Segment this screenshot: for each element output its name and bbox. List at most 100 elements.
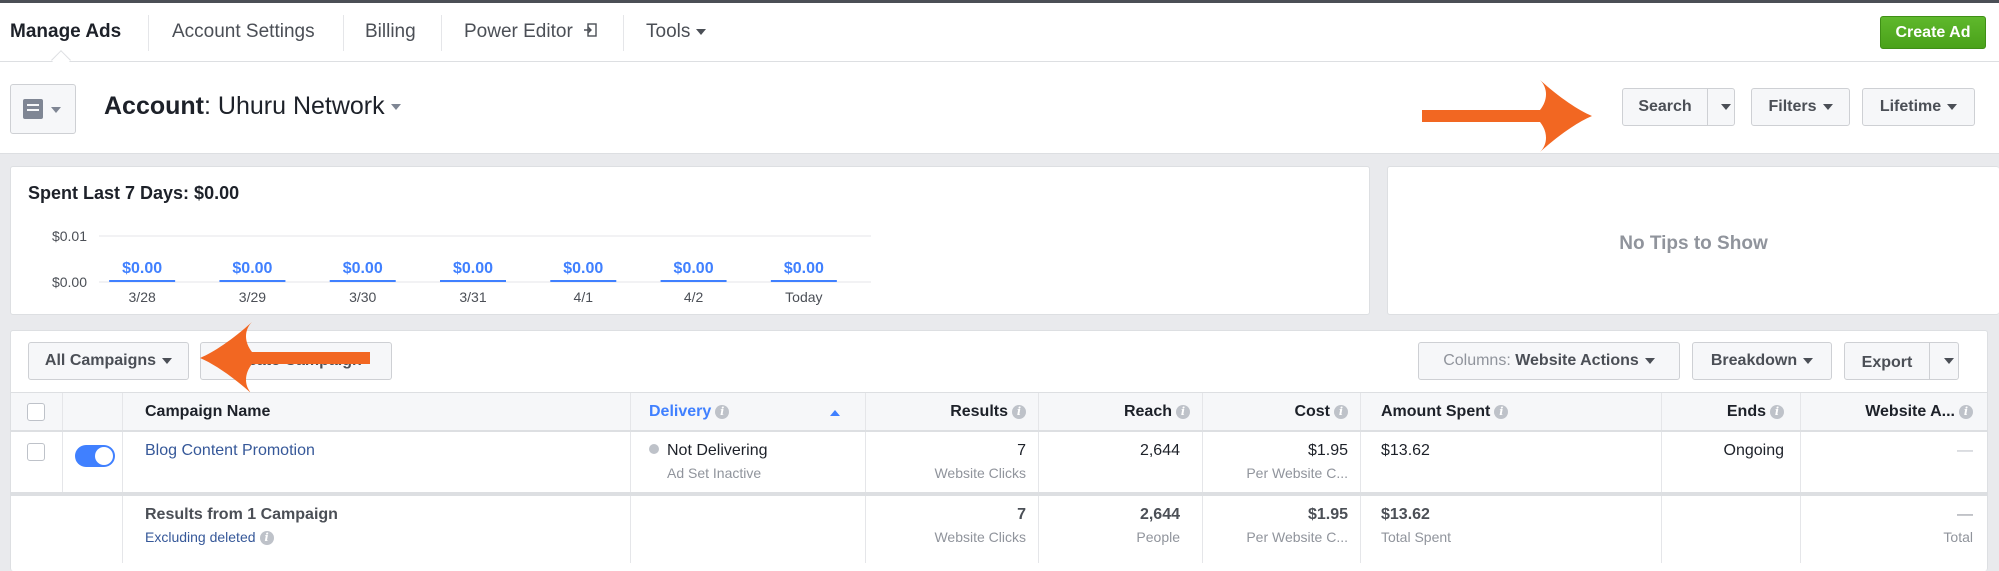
delivery-cell: Not Delivering Ad Set Inactive bbox=[631, 432, 866, 492]
summary-reach-type: People bbox=[1136, 529, 1180, 545]
account-bar: Account: Uhuru Network Search Filters Li… bbox=[0, 62, 1999, 154]
header-label: Reach bbox=[1123, 403, 1172, 420]
account-menu-button[interactable] bbox=[10, 84, 76, 134]
summary-results-value: 7 bbox=[1017, 506, 1026, 523]
chevron-down-icon bbox=[162, 357, 173, 364]
table-summary-row: Results from 1 Campaign Excluding delete… bbox=[11, 496, 1987, 563]
columns-label: Columns: bbox=[1443, 352, 1511, 369]
header-label: Results bbox=[950, 403, 1008, 420]
excluding-deleted-link[interactable]: Excluding deleted i bbox=[145, 529, 274, 546]
annotation-arrow-right-icon bbox=[1422, 80, 1592, 152]
tab-label: Account Settings bbox=[172, 21, 315, 42]
date-range-label: Lifetime bbox=[1879, 98, 1942, 115]
summary-website-cell: — Total bbox=[1801, 496, 1987, 563]
header-campaign-name[interactable]: Campaign Name bbox=[123, 393, 631, 430]
info-icon[interactable]: i bbox=[1012, 404, 1026, 419]
select-all-checkbox[interactable] bbox=[27, 403, 45, 421]
summary-amount-type: Total Spent bbox=[1381, 529, 1452, 545]
chart-bar bbox=[440, 280, 506, 282]
ends-value: Ongoing bbox=[1723, 442, 1785, 459]
header-reach[interactable]: Reach i bbox=[1039, 393, 1203, 430]
tab-account-settings[interactable]: Account Settings bbox=[172, 3, 315, 61]
info-icon[interactable]: i bbox=[1959, 404, 1973, 419]
all-campaigns-button[interactable]: All Campaigns bbox=[28, 342, 189, 380]
summary-ends-cell bbox=[1662, 496, 1801, 563]
breakdown-label: Breakdown bbox=[1710, 352, 1798, 369]
filters-button[interactable]: Filters bbox=[1751, 88, 1850, 126]
tab-label: Tools bbox=[646, 21, 691, 42]
spend-chart: $0.01 $0.00 $0.00 3/28 $0.00 3/29 $0.00 3/30 $0.… bbox=[52, 228, 871, 305]
search-button[interactable]: Search bbox=[1623, 89, 1707, 125]
tab-manage-ads[interactable]: Manage Ads bbox=[10, 3, 121, 61]
chevron-down-icon bbox=[1947, 103, 1958, 110]
cost-cell: $1.95 Per Website C... bbox=[1203, 432, 1361, 492]
chart-bar bbox=[770, 280, 837, 282]
date-range-button[interactable]: Lifetime bbox=[1862, 88, 1975, 126]
row-checkbox[interactable] bbox=[27, 443, 45, 461]
y-tick-label: $0.01 bbox=[52, 228, 87, 244]
info-icon[interactable]: i bbox=[1494, 404, 1509, 419]
summary-cost-cell: $1.95 Per Website C... bbox=[1203, 496, 1361, 563]
tab-power-editor[interactable]: Power Editor bbox=[464, 3, 597, 61]
summary-cost-type: Per Website C... bbox=[1246, 529, 1348, 545]
summary-amount-value: $13.62 bbox=[1381, 506, 1430, 523]
chevron-down-icon bbox=[1644, 357, 1655, 364]
info-icon[interactable]: i bbox=[1770, 404, 1784, 419]
columns-button[interactable]: Columns: Website Actions bbox=[1418, 342, 1680, 380]
header-amount-spent[interactable]: Amount Spent i bbox=[1361, 393, 1662, 430]
nav-divider bbox=[343, 15, 344, 51]
excluding-deleted-text: Excluding deleted bbox=[145, 529, 256, 545]
header-delivery[interactable]: Delivery i bbox=[631, 393, 866, 430]
info-icon[interactable]: i bbox=[1176, 404, 1190, 419]
account-selector[interactable]: Account: Uhuru Network bbox=[104, 92, 401, 121]
header-label: Ends bbox=[1726, 403, 1766, 420]
summary-reach-value: 2,644 bbox=[1139, 506, 1180, 523]
summary-website-value: — bbox=[1957, 506, 1973, 523]
chart-bar bbox=[329, 280, 396, 282]
header-label: Amount Spent bbox=[1381, 403, 1491, 420]
header-label: Website A... bbox=[1865, 403, 1955, 420]
breakdown-button[interactable]: Breakdown bbox=[1692, 342, 1832, 380]
x-tick-label: 3/31 bbox=[459, 289, 486, 305]
bar-value-label: $0.00 bbox=[453, 260, 493, 277]
export-button[interactable]: Export bbox=[1845, 343, 1929, 383]
delivery-status: Not Delivering bbox=[649, 442, 767, 460]
info-icon[interactable]: i bbox=[715, 404, 730, 419]
header-label: Cost bbox=[1294, 403, 1330, 420]
campaign-name-link[interactable]: Blog Content Promotion bbox=[145, 442, 315, 460]
document-list-icon bbox=[23, 99, 43, 119]
website-actions-cell: — bbox=[1801, 432, 1987, 492]
tab-billing[interactable]: Billing bbox=[365, 3, 416, 61]
chevron-down-icon bbox=[1944, 357, 1954, 364]
delivery-status-text: Not Delivering bbox=[667, 442, 768, 459]
tab-label: Manage Ads bbox=[10, 21, 122, 42]
export-dropdown-button[interactable] bbox=[1930, 343, 1959, 379]
table-header-row: Campaign Name Delivery i Results i Reach i … bbox=[11, 392, 1987, 432]
summary-amount-cell: $13.62 Total Spent bbox=[1361, 496, 1662, 563]
info-icon[interactable]: i bbox=[259, 531, 274, 546]
bar-value-label: $0.00 bbox=[232, 260, 272, 277]
bar-value-label: $0.00 bbox=[343, 260, 383, 277]
chart-bar bbox=[660, 280, 727, 282]
search-dropdown-button[interactable] bbox=[1708, 89, 1735, 125]
results-value: 7 bbox=[1017, 442, 1026, 459]
tab-label: Power Editor bbox=[464, 21, 573, 43]
header-ends[interactable]: Ends i bbox=[1662, 393, 1801, 430]
create-ad-button[interactable]: Create Ad bbox=[1880, 16, 1986, 49]
summary-title: Results from 1 Campaign bbox=[145, 506, 338, 523]
chart-bar bbox=[219, 280, 286, 282]
reach-cell: 2,644 bbox=[1039, 432, 1203, 492]
annotation-arrow-left-icon bbox=[200, 322, 370, 394]
header-cost[interactable]: Cost i bbox=[1203, 393, 1361, 430]
info-icon[interactable]: i bbox=[1334, 404, 1348, 419]
header-website-actions[interactable]: Website A... i bbox=[1801, 393, 1987, 430]
tab-tools[interactable]: Tools bbox=[646, 3, 707, 61]
amount-spent-cell: $13.62 bbox=[1361, 432, 1662, 492]
campaign-status-toggle[interactable] bbox=[75, 445, 115, 467]
chevron-down-icon bbox=[1720, 103, 1731, 110]
export-button-group: Export bbox=[1844, 342, 1959, 380]
table-row[interactable]: Blog Content Promotion Not Delivering Ad… bbox=[11, 432, 1987, 496]
header-results[interactable]: Results i bbox=[866, 393, 1039, 430]
chart-bar bbox=[550, 280, 617, 282]
reach-value: 2,644 bbox=[1139, 442, 1180, 459]
